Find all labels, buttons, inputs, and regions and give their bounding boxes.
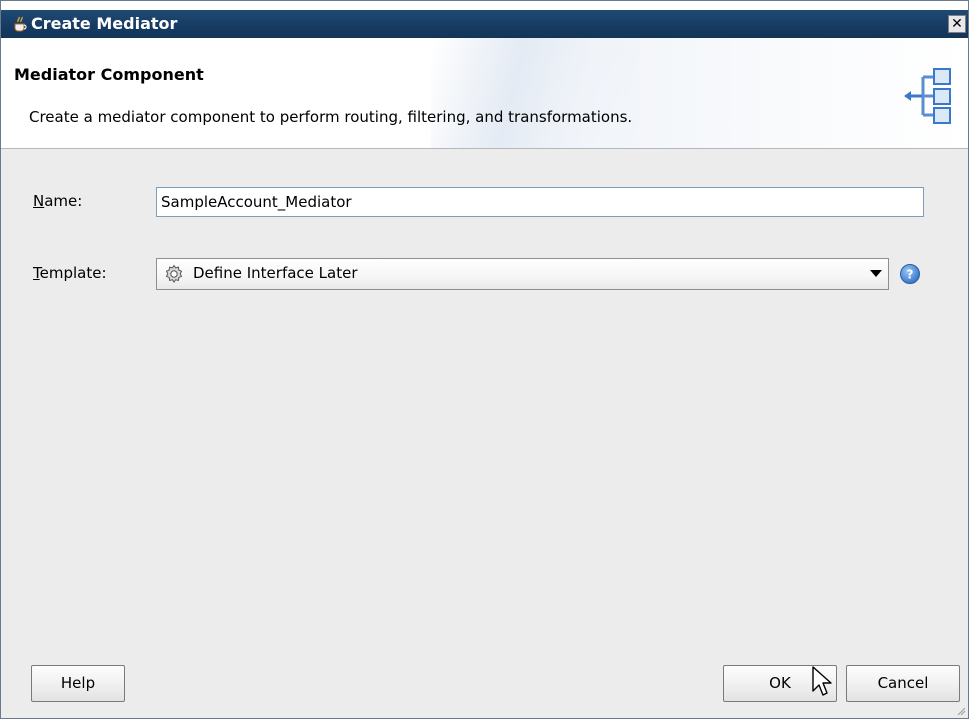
dialog-header: Mediator Component Create a mediator com… xyxy=(1,38,968,149)
help-icon[interactable]: ? xyxy=(899,263,921,285)
name-input[interactable] xyxy=(156,187,924,217)
titlebar[interactable]: Create Mediator ✕ xyxy=(1,10,968,38)
cancel-button[interactable]: Cancel xyxy=(846,665,960,702)
help-button[interactable]: Help xyxy=(31,665,125,702)
template-selected-value: Define Interface Later xyxy=(193,264,358,282)
name-label: Name: xyxy=(33,192,83,210)
resize-grip-icon[interactable] xyxy=(956,706,966,716)
mediator-component-icon xyxy=(904,68,951,124)
close-button[interactable]: ✕ xyxy=(948,15,966,33)
titlebar-top-strip xyxy=(1,1,968,10)
dialog-title: Create Mediator xyxy=(31,14,178,33)
header-title: Mediator Component xyxy=(14,65,204,84)
header-decoration xyxy=(431,38,641,148)
mouse-pointer-icon xyxy=(812,666,832,696)
template-dropdown[interactable]: Define Interface Later xyxy=(156,258,889,290)
template-label: Template: xyxy=(33,264,107,282)
header-description: Create a mediator component to perform r… xyxy=(29,108,633,126)
svg-text:?: ? xyxy=(907,268,914,282)
java-cup-icon xyxy=(14,16,27,32)
gear-icon xyxy=(165,264,183,284)
create-mediator-dialog: Create Mediator ✕ Mediator Component Cre… xyxy=(0,0,969,719)
chevron-down-icon[interactable] xyxy=(870,270,882,277)
